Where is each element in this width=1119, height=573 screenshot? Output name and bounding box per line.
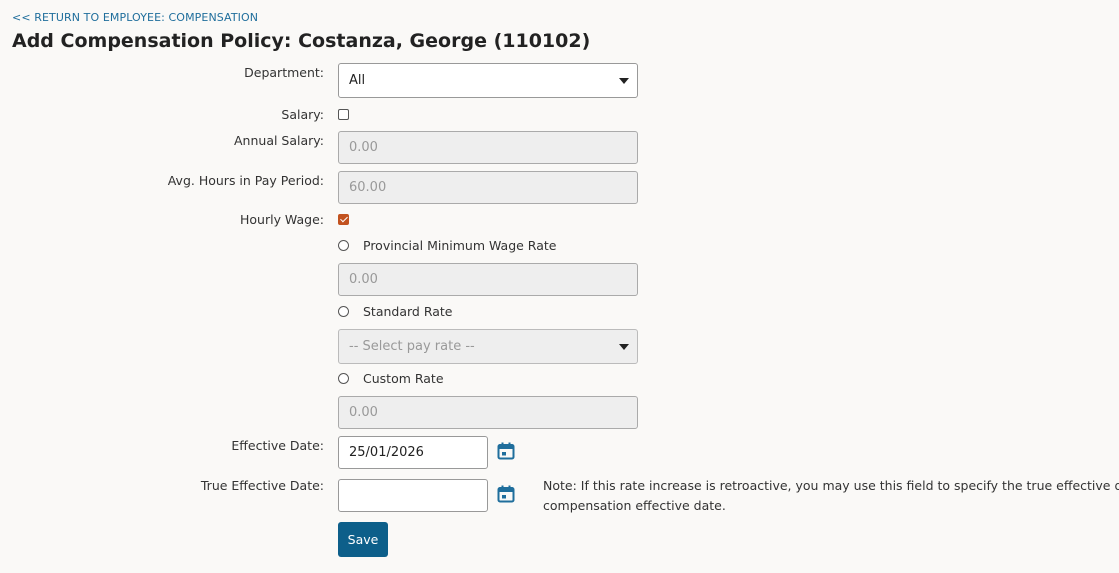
retroactive-note: Note: If this rate increase is retroacti…: [543, 478, 1119, 513]
department-select[interactable]: All: [338, 63, 638, 98]
custom-rate-radio[interactable]: [338, 373, 349, 384]
avg-hours-input[interactable]: 60.00: [338, 171, 638, 204]
salary-checkbox[interactable]: [338, 109, 349, 120]
custom-rate-label: Custom Rate: [363, 371, 444, 386]
calendar-icon[interactable]: [497, 442, 515, 460]
standard-rate-select[interactable]: -- Select pay rate --: [338, 329, 638, 364]
custom-rate-input[interactable]: 0.00: [338, 396, 638, 429]
save-button[interactable]: Save: [338, 522, 388, 557]
annual-salary-input[interactable]: 0.00: [338, 131, 638, 164]
effective-date-input[interactable]: 25/01/2026: [338, 436, 488, 469]
avg-hours-label: Avg. Hours in Pay Period:: [167, 173, 324, 188]
chevron-down-icon: [619, 344, 629, 350]
provincial-min-wage-label: Provincial Minimum Wage Rate: [363, 238, 557, 253]
return-to-compensation-link[interactable]: << RETURN TO EMPLOYEE: COMPENSATION: [12, 11, 258, 24]
standard-rate-radio[interactable]: [338, 306, 349, 317]
calendar-icon[interactable]: [497, 485, 515, 503]
effective-date-label: Effective Date:: [231, 438, 324, 453]
annual-salary-label: Annual Salary:: [234, 133, 324, 148]
provincial-min-wage-radio[interactable]: [338, 240, 349, 251]
standard-rate-label: Standard Rate: [363, 304, 453, 319]
department-value: All: [349, 73, 366, 88]
hourly-wage-checkbox[interactable]: [338, 214, 349, 225]
standard-rate-placeholder: -- Select pay rate --: [349, 339, 475, 354]
page-title: Add Compensation Policy: Costanza, Georg…: [12, 30, 591, 52]
true-effective-date-label: True Effective Date:: [200, 478, 324, 493]
hourly-wage-label: Hourly Wage:: [239, 212, 324, 227]
salary-label: Salary:: [281, 107, 324, 122]
true-effective-date-input[interactable]: [338, 479, 488, 512]
department-label: Department:: [244, 65, 324, 80]
provincial-min-wage-input[interactable]: 0.00: [338, 263, 638, 296]
chevron-down-icon: [619, 78, 629, 84]
